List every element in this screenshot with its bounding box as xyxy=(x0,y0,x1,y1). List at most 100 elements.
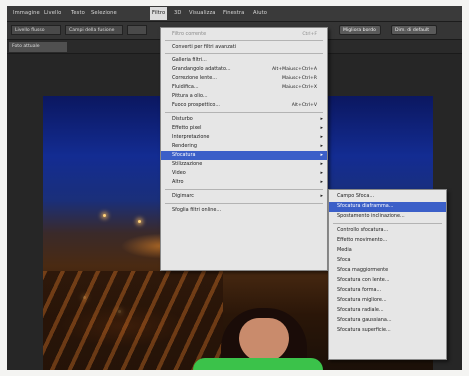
photoshop-window: Immagine Livello Testo Selezione Filtro … xyxy=(7,6,462,370)
menu-item-label: Altro xyxy=(172,179,184,185)
blur-submenu-item[interactable]: Sfocatura ▸ xyxy=(161,151,327,160)
filter-last-item[interactable]: Filtro corrente Ctrl+F xyxy=(161,30,327,39)
video-submenu-item[interactable]: Video ▸ xyxy=(161,169,327,178)
vanishing-point-item[interactable]: Fuoco prospettico... Alt+Ctrl+V xyxy=(161,101,327,110)
menu-item-label: Correzione lente... xyxy=(172,75,217,81)
submenu-arrow-icon: ▸ xyxy=(320,152,323,158)
menu-item-label: Sfoca maggiormente xyxy=(337,267,389,273)
menu-item-label: Disturbo xyxy=(172,116,193,122)
city-light xyxy=(103,214,106,217)
menu-item-label: Digimarc xyxy=(172,193,194,199)
menu-item-label: Stilizzazione xyxy=(172,161,203,167)
menu-visualizza[interactable]: Visualizza xyxy=(187,8,218,19)
default-size-button[interactable]: Dim. di default xyxy=(391,25,437,35)
submenu-arrow-icon: ▸ xyxy=(320,116,323,122)
city-light xyxy=(138,220,141,223)
menu-item-label: Rendering xyxy=(172,143,197,149)
average-item[interactable]: Media xyxy=(329,246,446,256)
surface-blur-item[interactable]: Sfocatura superficie... xyxy=(329,326,446,336)
submenu-arrow-icon: ▸ xyxy=(320,161,323,167)
shortcut-label: Alt+Ctrl+V xyxy=(291,103,317,108)
menu-item-label: Sfocatura superficie... xyxy=(337,327,391,333)
submenu-arrow-icon: ▸ xyxy=(320,170,323,176)
adaptive-wide-angle-item[interactable]: Grandangolo adattato... Alt+Maiusc+Ctrl+… xyxy=(161,65,327,74)
menu-item-label: Fuoco prospettico... xyxy=(172,102,220,108)
menu-selezione[interactable]: Selezione xyxy=(89,8,119,19)
menu-item-label: Sfocatura xyxy=(172,152,196,158)
other-submenu-item[interactable]: Altro ▸ xyxy=(161,178,327,187)
smart-blur-item[interactable]: Sfocatura migliore... xyxy=(329,296,446,306)
menu-item-label: Effetto pixel xyxy=(172,125,202,131)
options-dropdown[interactable] xyxy=(127,25,147,35)
shortcut-label: Maiusc+Ctrl+R xyxy=(282,76,317,81)
blur-item[interactable]: Sfoca xyxy=(329,256,446,266)
menu-item-label: Galleria filtri... xyxy=(172,57,207,63)
menu-separator xyxy=(333,223,442,224)
shortcut-label: Ctrl+F xyxy=(302,32,317,37)
shortcut-label: Alt+Maiusc+Ctrl+A xyxy=(272,67,317,72)
menu-item-label: Controllo sfocatura... xyxy=(337,227,389,233)
menu-separator xyxy=(165,112,323,113)
browse-filters-online-item[interactable]: Sfoglia filtri online... xyxy=(161,206,327,215)
menu-item-label: Grandangolo adattato... xyxy=(172,66,231,72)
menu-filtro[interactable]: Filtro xyxy=(150,7,168,20)
motion-blur-item[interactable]: Effetto movimento... xyxy=(329,236,446,246)
radial-blur-item[interactable]: Sfocatura radiale... xyxy=(329,306,446,316)
menu-livello[interactable]: Livello xyxy=(42,8,63,19)
submenu-arrow-icon: ▸ xyxy=(320,143,323,149)
menu-item-label: Sfocatura diaframma... xyxy=(337,203,394,209)
menu-item-label: Fluidifica... xyxy=(172,84,199,90)
menu-item-label: Sfocatura radiale... xyxy=(337,307,384,313)
oil-paint-item[interactable]: Pittura a olio... xyxy=(161,92,327,101)
gaussian-blur-item[interactable]: Sfocatura gaussiana... xyxy=(329,316,446,326)
person-face xyxy=(239,318,289,362)
interpretation-submenu-item[interactable]: Interpretazione ▸ xyxy=(161,133,327,142)
menu-testo[interactable]: Testo xyxy=(69,8,87,19)
wooden-railing xyxy=(43,271,223,370)
menu-separator xyxy=(165,40,323,41)
digimarc-submenu-item[interactable]: Digimarc ▸ xyxy=(161,192,327,201)
menu-separator xyxy=(165,189,323,190)
pixelate-submenu-item[interactable]: Effetto pixel ▸ xyxy=(161,124,327,133)
tilt-shift-item[interactable]: Spostamento inclinazione... xyxy=(329,212,446,222)
refine-edge-button[interactable]: Migliora bordo xyxy=(339,25,381,35)
menu-item-label: Converti per filtri avanzati xyxy=(172,44,237,50)
menu-item-label: Interpretazione xyxy=(172,134,210,140)
convert-smart-filters-item[interactable]: Converti per filtri avanzati xyxy=(161,43,327,52)
submenu-arrow-icon: ▸ xyxy=(320,125,323,131)
submenu-arrow-icon: ▸ xyxy=(320,193,323,199)
menu-item-label: Sfoglia filtri online... xyxy=(172,207,222,213)
person-green-shirt xyxy=(193,358,323,370)
submenu-arrow-icon: ▸ xyxy=(320,134,323,140)
menu-item-label: Sfocatura gaussiana... xyxy=(337,317,392,323)
field-blur-item[interactable]: Campo Sfoca... xyxy=(329,192,446,202)
blur-more-item[interactable]: Sfoca maggiormente xyxy=(329,266,446,276)
shortcut-label: Maiusc+Ctrl+X xyxy=(282,85,317,90)
rendering-submenu-item[interactable]: Rendering ▸ xyxy=(161,142,327,151)
menu-separator xyxy=(165,203,323,204)
filter-menu: Filtro corrente Ctrl+F Converti per filt… xyxy=(160,27,328,271)
menu-item-label: Sfoca xyxy=(337,257,351,263)
shape-blur-item[interactable]: Sfocatura forma... xyxy=(329,286,446,296)
menu-bar: Immagine Livello Testo Selezione Filtro … xyxy=(7,6,462,22)
menu-item-label: Sfocatura migliore... xyxy=(337,297,387,303)
blur-control-item[interactable]: Controllo sfocatura... xyxy=(329,226,446,236)
menu-item-label: Campo Sfoca... xyxy=(337,193,374,199)
menu-finestra[interactable]: Finestra xyxy=(221,8,246,19)
menu-separator xyxy=(165,53,323,54)
menu-aiuto[interactable]: Aiuto xyxy=(251,8,269,19)
blend-fields-select[interactable]: Campi della fusione xyxy=(65,25,123,35)
stylize-submenu-item[interactable]: Stilizzazione ▸ xyxy=(161,160,327,169)
filter-gallery-item[interactable]: Galleria filtri... xyxy=(161,56,327,65)
menu-3d[interactable]: 3D xyxy=(172,8,184,19)
document-tab[interactable]: Foto attuale xyxy=(9,42,67,52)
liquify-item[interactable]: Fluidifica... Maiusc+Ctrl+X xyxy=(161,83,327,92)
iris-blur-item[interactable]: Sfocatura diaframma... xyxy=(329,202,446,212)
lens-blur-item[interactable]: Sfocatura con lente... xyxy=(329,276,446,286)
menu-immagine[interactable]: Immagine xyxy=(11,8,42,19)
layer-flow-select[interactable]: Livello flusso xyxy=(11,25,61,35)
menu-item-label: Video xyxy=(172,170,186,176)
lens-correction-item[interactable]: Correzione lente... Maiusc+Ctrl+R xyxy=(161,74,327,83)
menu-item-label: Spostamento inclinazione... xyxy=(337,213,405,219)
noise-submenu-item[interactable]: Disturbo ▸ xyxy=(161,115,327,124)
